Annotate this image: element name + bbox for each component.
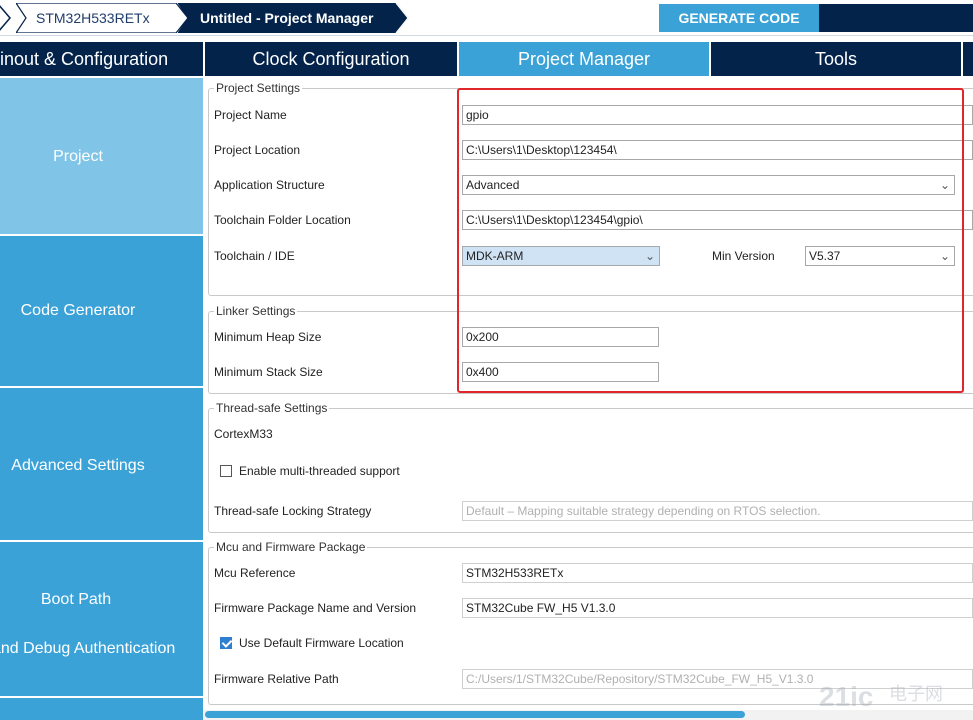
project-name-input[interactable]: gpio <box>462 105 973 125</box>
tab-tools[interactable]: Tools <box>711 42 961 76</box>
tab-pinout-label: Pinout & Configuration <box>0 49 169 69</box>
top-bar: STM32H533RETx Untitled - Project Manager… <box>0 0 973 36</box>
chevron-down-icon: ⌄ <box>644 249 655 263</box>
use-default-firmware-label: Use Default Firmware Location <box>239 636 404 650</box>
tab-pinout-configuration[interactable]: Pinout & Configuration <box>0 42 203 76</box>
mcu-reference-value: STM32H533RETx <box>462 563 973 583</box>
tab-tools-label: Tools <box>814 49 858 69</box>
sidebar: Project Code Generator Advanced Settings… <box>0 78 203 720</box>
tab-project-manager[interactable]: Project Manager <box>459 42 709 76</box>
sidebar-item-label: Advanced Settings <box>11 457 145 474</box>
use-default-firmware-checkbox[interactable] <box>220 637 232 649</box>
core-name-label: CortexM33 <box>214 427 273 441</box>
locking-strategy-select[interactable]: Default – Mapping suitable strategy depe… <box>462 501 973 521</box>
locking-strategy-label: Thread-safe Locking Strategy <box>214 504 372 518</box>
sidebar-item-code-generator[interactable]: Code Generator <box>0 236 203 386</box>
toolchain-ide-label: Toolchain / IDE <box>214 249 295 263</box>
sidebar-item-label: Code Generator <box>20 302 136 319</box>
group-title: Mcu and Firmware Package <box>214 540 368 554</box>
sidebar-item-more[interactable] <box>0 698 203 720</box>
sidebar-item-boot-path[interactable]: Boot Path and Debug Authentication <box>0 542 203 696</box>
breadcrumb-project-label: Untitled - Project Manager <box>200 10 374 26</box>
min-version-select[interactable]: V5.37 ⌄ <box>805 246 955 266</box>
min-stack-size-input[interactable]: 0x400 <box>462 362 659 382</box>
group-title: Linker Settings <box>214 304 298 318</box>
svg-text:21ic: 21ic <box>819 681 874 712</box>
breadcrumb-device[interactable]: STM32H533RETx <box>16 3 188 33</box>
tab-clock-configuration[interactable]: Clock Configuration <box>205 42 457 76</box>
application-structure-label: Application Structure <box>214 178 325 192</box>
breadcrumb-device-label: STM32H533RETx <box>36 10 150 26</box>
mcu-reference-label: Mcu Reference <box>214 566 296 580</box>
sidebar-item-label: Boot Path <box>40 591 112 608</box>
project-location-input[interactable]: C:\Users\1\Desktop\123454\ <box>462 140 973 160</box>
project-name-label: Project Name <box>214 108 287 122</box>
tab-project-manager-label: Project Manager <box>517 49 651 69</box>
main-tabs: Pinout & Configuration Clock Configurati… <box>0 42 973 76</box>
min-version-label: Min Version <box>712 249 775 263</box>
application-structure-select[interactable]: Advanced ⌄ <box>462 175 955 195</box>
svg-text:电子网: 电子网 <box>889 684 943 705</box>
toolchain-ide-value: MDK-ARM <box>466 249 524 263</box>
firmware-package-label: Firmware Package Name and Version <box>214 601 417 615</box>
toolchain-folder-label: Toolchain Folder Location <box>214 213 351 227</box>
group-title: Project Settings <box>214 81 303 95</box>
tab-separator <box>961 42 963 76</box>
firmware-package-value: STM32Cube FW_H5 V1.3.0 <box>462 598 973 618</box>
application-structure-value: Advanced <box>466 178 520 192</box>
min-version-value: V5.37 <box>809 249 841 263</box>
toolbar-filler <box>819 4 973 32</box>
generate-code-button[interactable]: GENERATE CODE <box>659 4 819 32</box>
chevron-down-icon: ⌄ <box>939 249 950 263</box>
multi-threaded-checkbox[interactable] <box>220 465 232 477</box>
horizontal-scrollbar-thumb[interactable] <box>205 711 745 718</box>
toolchain-folder-input[interactable]: C:\Users\1\Desktop\123454\gpio\ <box>462 210 973 230</box>
project-manager-content: Project Settings Project Name gpio Proje… <box>203 78 973 720</box>
min-stack-size-label: Minimum Stack Size <box>214 365 323 379</box>
tab-clock-label: Clock Configuration <box>252 49 410 69</box>
chevron-right-icon <box>0 5 11 31</box>
breadcrumb-project[interactable]: Untitled - Project Manager <box>178 3 410 33</box>
min-heap-size-input[interactable]: 0x200 <box>462 327 659 347</box>
sidebar-item-label-line2: and Debug Authentication <box>0 640 176 657</box>
project-location-label: Project Location <box>214 143 301 157</box>
sidebar-item-project[interactable]: Project <box>0 78 203 234</box>
watermark-logo: 21ic 电子网 <box>819 681 943 712</box>
multi-threaded-label: Enable multi-threaded support <box>239 464 400 478</box>
group-title: Thread-safe Settings <box>214 401 330 415</box>
sidebar-item-advanced-settings[interactable]: Advanced Settings <box>0 388 203 540</box>
sidebar-item-label: Project <box>53 148 103 165</box>
toolchain-ide-select[interactable]: MDK-ARM ⌄ <box>462 246 660 266</box>
chevron-down-icon: ⌄ <box>939 178 950 192</box>
firmware-relative-path-label: Firmware Relative Path <box>214 672 339 686</box>
min-heap-size-label: Minimum Heap Size <box>214 330 322 344</box>
